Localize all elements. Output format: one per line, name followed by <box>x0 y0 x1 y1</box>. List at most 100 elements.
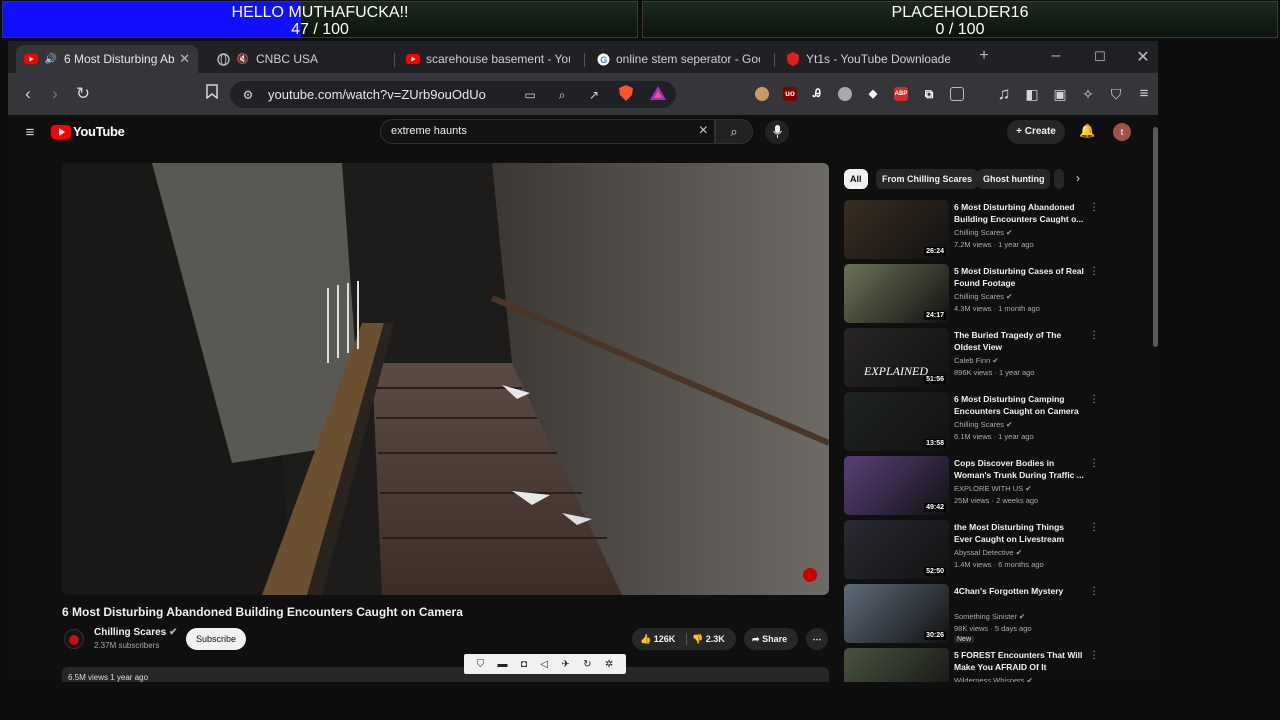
share-button[interactable]: ➦ Share <box>744 628 798 650</box>
subscribe-button[interactable]: Subscribe <box>186 628 246 650</box>
channel-text: Caleb Finn <box>954 356 991 365</box>
volume-icon[interactable]: ◁ <box>540 659 548 670</box>
recommendation-item[interactable]: 30:26 4Chan's Forgotten Mystery Something … <box>844 584 1104 644</box>
more-options-icon[interactable]: ⋮ <box>1089 650 1099 661</box>
close-tab-icon[interactable]: ✕ <box>179 51 190 67</box>
sidebar-icon[interactable]: ◧ <box>1022 84 1042 104</box>
settings-icon[interactable]: ✲ <box>605 659 613 670</box>
channel-name[interactable]: Chilling Scares ✔ <box>94 627 177 638</box>
chip-ghost-hunting[interactable]: Ghost hunting <box>977 169 1051 189</box>
tab-youtube-video[interactable]: 🔊 6 Most Disturbing Ab ✕ <box>16 45 198 73</box>
video-thumbnail[interactable]: 13:58 <box>844 392 949 451</box>
like-button[interactable]: 👍 126K <box>640 628 675 650</box>
tab-cnbc[interactable]: 🔇 CNBC USA <box>208 45 388 73</box>
recommendation-item[interactable]: 49:42 Cops Discover Bodies in Woman's Tru… <box>844 456 1104 516</box>
more-options-icon[interactable]: ⋮ <box>1089 586 1099 597</box>
close-window-icon[interactable]: ✕ <box>1133 47 1153 67</box>
video-thumbnail[interactable]: 49:42 <box>844 456 949 515</box>
video-thumbnail[interactable] <box>844 648 949 682</box>
search-button[interactable]: ⌕ <box>715 119 753 144</box>
shield-icon[interactable]: ⛉ <box>477 659 485 670</box>
recommendation-item[interactable]: EXPLAINED 51:56 The Buried Tragedy of The … <box>844 328 1104 388</box>
tab-scarehouse[interactable]: scarehouse basement - YouT <box>398 45 578 73</box>
search-input[interactable]: extreme haunts × <box>380 119 715 144</box>
recommendation-channel: Chilling Scares ✔ <box>954 420 1012 429</box>
more-actions-button[interactable]: ⋯ <box>806 628 828 650</box>
chip-more[interactable] <box>1054 169 1064 189</box>
video-thumbnail[interactable]: EXPLAINED 51:56 <box>844 328 949 387</box>
extension-icon[interactable]: ◆ <box>866 87 880 101</box>
bookmark-icon[interactable] <box>202 84 222 104</box>
share-label: Share <box>762 634 788 644</box>
extension-icon[interactable] <box>950 87 964 101</box>
minimize-icon[interactable]: – <box>1046 47 1066 65</box>
clear-search-icon[interactable]: × <box>699 122 708 140</box>
hamburger-icon[interactable]: ≡ <box>20 123 40 143</box>
maximize-icon[interactable]: ☐ <box>1090 49 1110 65</box>
chip-from-channel[interactable]: From Chilling Scares <box>876 169 979 189</box>
muted-icon[interactable]: 🔇 <box>236 52 250 66</box>
more-options-icon[interactable]: ⋮ <box>1089 202 1099 213</box>
refresh-icon[interactable]: ↻ <box>583 659 591 670</box>
more-options-icon[interactable]: ⋮ <box>1089 522 1099 533</box>
camera-icon[interactable]: ◘ <box>521 659 527 670</box>
media-icon[interactable]: ♫ <box>994 84 1014 104</box>
more-options-icon[interactable]: ⋮ <box>1089 266 1099 277</box>
tab-google[interactable]: G online stem seperator - Goo <box>588 45 768 73</box>
thumbnail-text: EXPLAINED <box>864 364 928 378</box>
video-thumbnail[interactable]: 52:50 <box>844 520 949 579</box>
video-duration: 51:56 <box>924 375 946 384</box>
voice-search-button[interactable] <box>765 120 789 144</box>
back-icon[interactable]: ‹ <box>18 84 38 104</box>
more-options-icon[interactable]: ⋮ <box>1089 394 1099 405</box>
new-tab-icon[interactable]: + <box>974 47 994 65</box>
menu-icon[interactable]: ≡ <box>1134 84 1154 104</box>
chip-all[interactable]: All <box>844 169 868 189</box>
ublock-icon[interactable]: uo <box>783 87 797 101</box>
more-options-icon[interactable]: ⋮ <box>1089 330 1099 341</box>
zoom-icon[interactable]: ⌕ <box>552 85 572 105</box>
speaker-icon[interactable]: 🔊 <box>44 52 58 66</box>
reload-icon[interactable]: ↻ <box>73 84 93 104</box>
forward-icon[interactable]: › <box>45 84 65 104</box>
youtube-logo[interactable]: YouTube <box>51 124 125 139</box>
rewards-icon[interactable] <box>648 85 668 105</box>
site-settings-icon[interactable]: ⚙ <box>238 85 258 105</box>
pin-icon[interactable]: ✈ <box>561 659 569 670</box>
wallet-icon[interactable]: ▣ <box>1050 84 1070 104</box>
vpn-icon[interactable]: ⛉ <box>1106 84 1126 104</box>
recommendation-item[interactable]: 26:24 6 Most Disturbing Abandoned Buildin… <box>844 200 1104 260</box>
recommendation-title: 6 Most Disturbing Camping Encounters Cau… <box>954 394 1079 416</box>
share-icon[interactable]: ↗ <box>584 85 604 105</box>
extension-icon[interactable]: Ꭿ <box>810 87 824 101</box>
address-bar[interactable]: ⚙ youtube.com/watch?v=ZUrb9ouOdUo ▭ ⌕ ↗ <box>230 81 676 108</box>
video-player[interactable] <box>62 163 829 595</box>
channel-text: Chilling Scares <box>954 420 1005 429</box>
extension-icon[interactable] <box>755 87 769 101</box>
brave-shield-icon[interactable] <box>616 85 636 105</box>
adblock-icon[interactable]: ABP <box>894 87 908 101</box>
recommendation-item[interactable]: 5 FOREST Encounters That Will Make You A… <box>844 648 1104 682</box>
notifications-icon[interactable]: 🔔 <box>1079 123 1095 139</box>
cast-icon[interactable]: ▭ <box>520 85 540 105</box>
tab-yt1s[interactable]: Yt1s - YouTube Downloader <box>778 45 958 73</box>
account-avatar[interactable]: t <box>1113 123 1131 141</box>
create-button[interactable]: + Create <box>1007 120 1065 144</box>
video-thumbnail[interactable]: 30:26 <box>844 584 949 643</box>
puzzle-icon[interactable]: ⧉ <box>922 87 936 101</box>
more-options-icon[interactable]: ⋮ <box>1089 458 1099 469</box>
dislike-button[interactable]: 👎 2.3K <box>692 628 725 650</box>
video-thumbnail[interactable]: 24:17 <box>844 264 949 323</box>
channel-avatar[interactable] <box>64 629 84 649</box>
clapper-icon[interactable]: ▬ <box>498 659 508 670</box>
chips-next-icon[interactable]: › <box>1076 171 1080 185</box>
recommendation-item[interactable]: 52:50 the Most Disturbing Things Ever Cau… <box>844 520 1104 580</box>
video-thumbnail[interactable]: 26:24 <box>844 200 949 259</box>
recommendation-item[interactable]: 24:17 5 Most Disturbing Cases of Real Fou… <box>844 264 1104 324</box>
leo-icon[interactable]: ✧ <box>1078 84 1098 104</box>
scrollbar-thumb[interactable] <box>1153 127 1158 347</box>
recommendation-item[interactable]: 13:58 6 Most Disturbing Camping Encounter… <box>844 392 1104 452</box>
extension-icon[interactable] <box>838 87 852 101</box>
tab-title: Yt1s - YouTube Downloader <box>806 52 950 66</box>
description-box[interactable]: 6.5M views 1 year ago <box>62 667 829 682</box>
